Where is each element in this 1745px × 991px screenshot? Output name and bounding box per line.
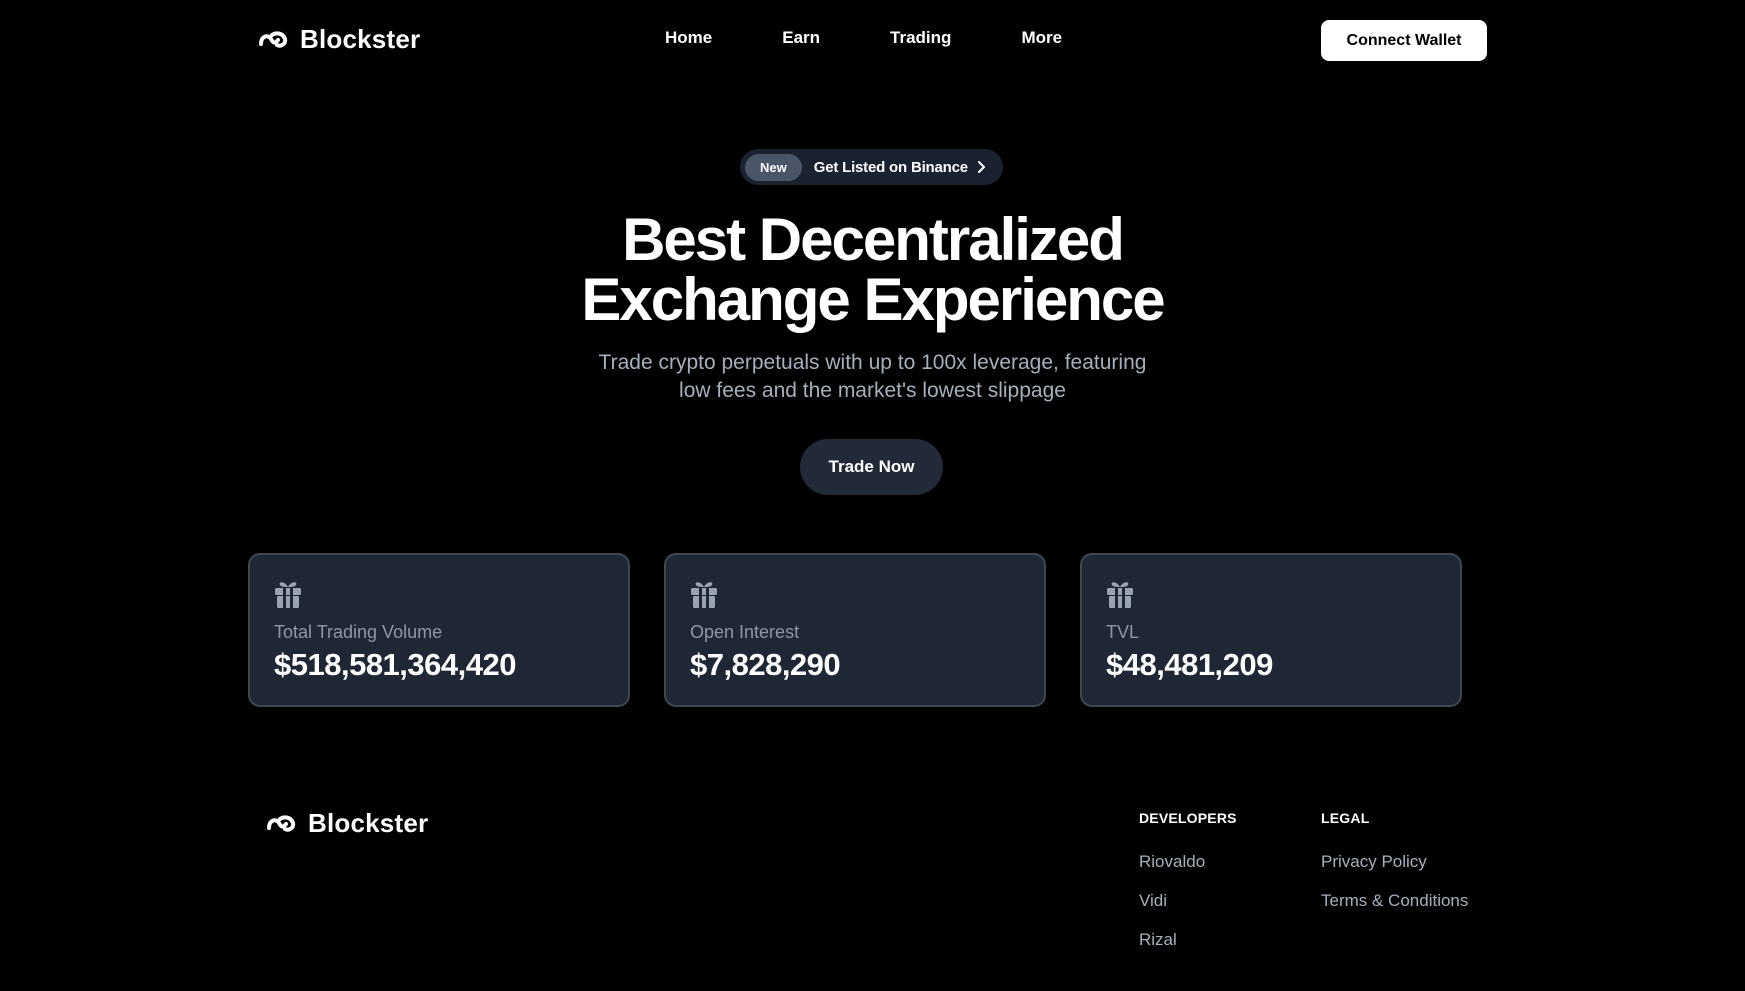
hero-title-line1: Best Decentralized [622,206,1125,273]
footer-legal: LEGAL Privacy Policy Terms & Conditions [1321,810,1468,930]
hero-subtitle: Trade crypto perpetuals with up to 100x … [0,349,1745,405]
header-logo[interactable]: Blockster [258,24,420,55]
stat-value: $48,481,209 [1106,647,1273,682]
stat-card-volume: Total Trading Volume $518,581,364,420 [248,553,630,707]
nav-earn[interactable]: Earn [782,28,820,48]
footer-logo[interactable]: Blockster [266,808,428,839]
footer-heading: LEGAL [1321,810,1370,826]
main-nav: Home Earn Trading More [665,28,1062,48]
brand-name: Blockster [300,24,421,54]
gift-icon [691,582,717,608]
hero-subtitle-line2: low fees and the market's lowest slippag… [679,379,1066,402]
logo-icon [267,814,296,832]
hero-title-line2: Exchange Experience [581,266,1165,333]
stat-label: TVL [1106,622,1140,642]
brand-name: Blockster [308,808,429,838]
gift-icon [275,582,301,608]
announcement-pill[interactable]: New Get Listed on Binance [740,149,1003,185]
footer-link-vidi[interactable]: Vidi [1139,891,1237,911]
stat-value: $518,581,364,420 [274,647,516,682]
chevron-right-icon [977,161,985,173]
nav-home[interactable]: Home [665,28,712,48]
new-badge: New [745,153,802,181]
trade-now-button[interactable]: Trade Now [800,439,943,495]
footer-heading: DEVELOPERS [1139,810,1237,826]
footer-link-privacy[interactable]: Privacy Policy [1321,852,1468,872]
announcement-text: Get Listed on Binance [813,158,968,176]
logo-icon [259,30,288,48]
stat-value: $7,828,290 [690,647,841,682]
stat-label: Open Interest [690,622,800,642]
gift-icon [1107,582,1133,608]
footer-link-terms[interactable]: Terms & Conditions [1321,891,1468,911]
connect-wallet-button[interactable]: Connect Wallet [1321,20,1487,61]
hero-title: Best Decentralized Exchange Experience [0,210,1745,330]
nav-more[interactable]: More [1021,28,1062,48]
stat-card-tvl: TVL $48,481,209 [1080,553,1462,707]
footer-link-riovaldo[interactable]: Riovaldo [1139,852,1237,872]
hero-subtitle-line1: Trade crypto perpetuals with up to 100x … [598,351,1147,374]
footer-developers: DEVELOPERS Riovaldo Vidi Rizal [1139,810,1237,969]
site-header: Blockster Home Earn Trading More Connect… [0,0,1745,80]
stat-card-open-interest: Open Interest $7,828,290 [664,553,1046,707]
nav-trading[interactable]: Trading [890,28,951,48]
footer-link-rizal[interactable]: Rizal [1139,930,1237,950]
stat-label: Total Trading Volume [274,622,443,642]
